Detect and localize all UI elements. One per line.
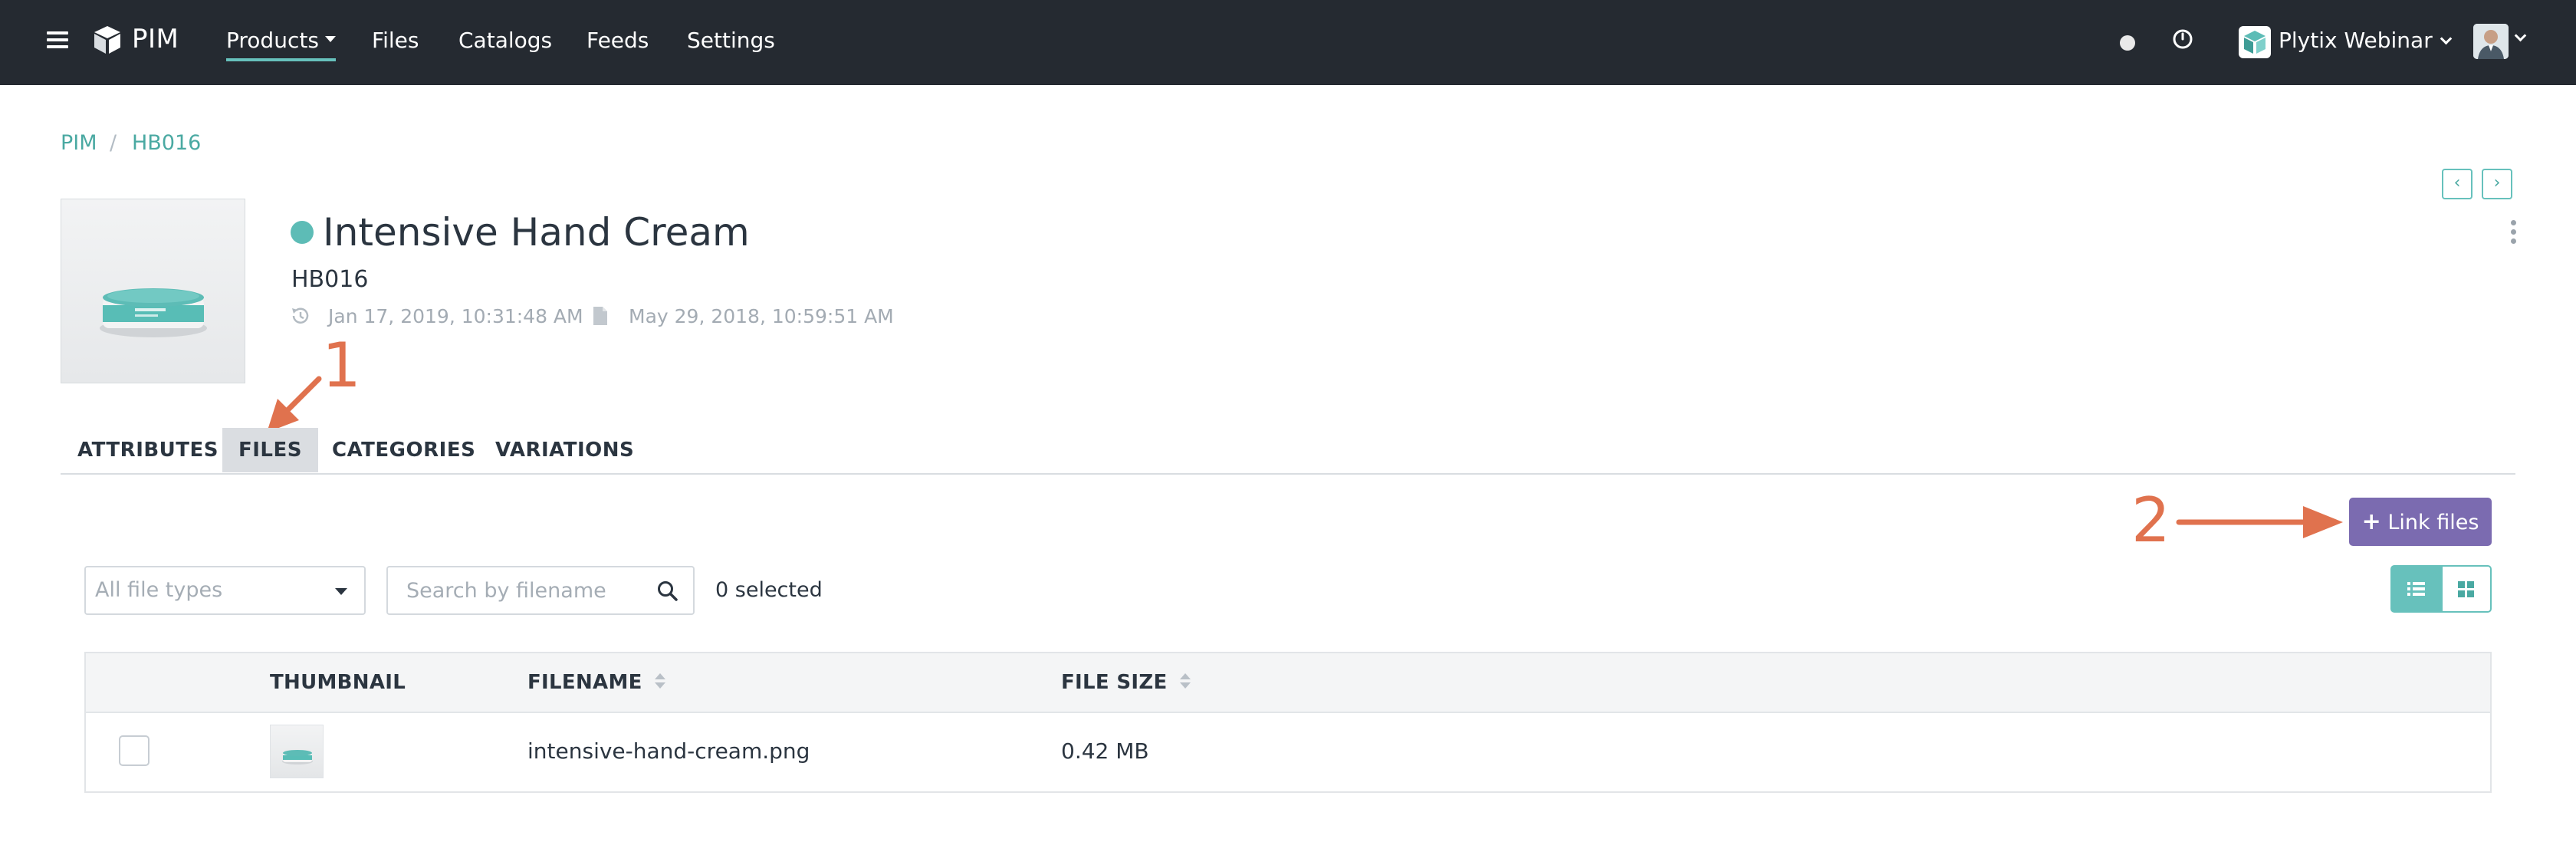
annotation-arrow-1 xyxy=(267,376,322,432)
nav-catalogs[interactable]: Catalogs xyxy=(458,25,552,56)
selected-count: 0 selected xyxy=(715,578,823,602)
caret-down-icon xyxy=(324,36,336,42)
nav-feeds[interactable]: Feeds xyxy=(586,25,649,56)
top-navbar: PIM Products Files Catalogs Feeds Settin… xyxy=(0,0,2576,85)
column-file-size-label: FILE SIZE xyxy=(1061,671,1168,694)
row-file-size: 0.42 MB xyxy=(1061,738,1149,764)
list-view-button[interactable] xyxy=(2390,565,2441,613)
modified-date: Jan 17, 2019, 10:31:48 AM xyxy=(328,305,583,327)
brand-name[interactable]: PIM xyxy=(132,22,179,56)
nav-products[interactable]: Products xyxy=(226,25,336,61)
breadcrumb-separator: / xyxy=(110,131,117,155)
search-input[interactable] xyxy=(389,569,642,612)
tab-variations[interactable]: VARIATIONS xyxy=(495,428,634,472)
files-table: THUMBNAIL FILENAME FILE SIZE intensive-h… xyxy=(84,652,2492,793)
pim-logo-icon[interactable] xyxy=(93,25,122,55)
annotation-arrow-2 xyxy=(2176,506,2343,538)
plus-icon: + xyxy=(2361,508,2381,535)
org-switcher[interactable]: Plytix Webinar xyxy=(2279,25,2452,56)
tab-attributes[interactable]: ATTRIBUTES xyxy=(77,428,219,472)
caret-down-icon xyxy=(335,588,347,595)
grid-view-icon xyxy=(2458,581,2474,597)
previous-product-button[interactable]: ‹ xyxy=(2442,169,2472,199)
nav-settings[interactable]: Settings xyxy=(687,25,775,56)
file-type-filter[interactable]: All file types xyxy=(84,566,366,615)
status-indicator xyxy=(291,221,314,244)
column-file-size[interactable]: FILE SIZE xyxy=(1061,668,1191,697)
link-files-label: Link files xyxy=(2387,511,2479,534)
grid-view-button[interactable] xyxy=(2441,565,2492,613)
product-title: Intensive Hand Cream xyxy=(323,210,750,255)
tab-categories[interactable]: CATEGORIES xyxy=(332,428,475,472)
status-dot-icon[interactable] xyxy=(2120,35,2135,51)
org-logo-icon[interactable] xyxy=(2239,26,2271,58)
tabs-divider xyxy=(61,473,2515,475)
column-filename[interactable]: FILENAME xyxy=(527,668,665,697)
avatar-chevron-icon[interactable] xyxy=(2514,29,2527,48)
nav-products-label: Products xyxy=(226,28,319,53)
org-name: Plytix Webinar xyxy=(2279,28,2433,53)
file-icon xyxy=(590,305,610,327)
menu-icon[interactable] xyxy=(47,29,68,51)
annotation-number-1: 1 xyxy=(322,330,361,401)
next-product-button[interactable]: › xyxy=(2482,169,2512,199)
breadcrumb-pim[interactable]: PIM xyxy=(61,129,97,158)
nav-files[interactable]: Files xyxy=(372,25,419,56)
search-box xyxy=(386,566,695,615)
link-files-button[interactable]: + Link files xyxy=(2349,498,2492,546)
file-type-filter-value: All file types xyxy=(95,578,223,602)
table-header: THUMBNAIL FILENAME FILE SIZE xyxy=(86,653,2490,713)
row-filename[interactable]: intensive-hand-cream.png xyxy=(527,737,810,766)
created-date: May 29, 2018, 10:59:51 AM xyxy=(629,305,894,327)
file-thumbnail[interactable] xyxy=(270,725,324,778)
history-icon xyxy=(290,305,310,327)
chevron-down-icon xyxy=(2440,32,2452,45)
more-options-icon[interactable] xyxy=(2505,219,2521,245)
sort-icon[interactable] xyxy=(654,672,665,690)
table-row[interactable]: intensive-hand-cream.png 0.42 MB xyxy=(86,715,2490,793)
user-avatar[interactable] xyxy=(2473,24,2509,59)
tab-files[interactable]: FILES xyxy=(222,428,318,472)
timer-icon[interactable] xyxy=(2171,28,2194,51)
annotation-number-2: 2 xyxy=(2131,485,2170,556)
sort-icon[interactable] xyxy=(1179,672,1191,690)
breadcrumb-sku[interactable]: HB016 xyxy=(132,129,201,158)
product-sku: HB016 xyxy=(291,266,369,293)
row-checkbox[interactable] xyxy=(119,735,150,766)
column-filename-label: FILENAME xyxy=(527,671,642,694)
search-icon[interactable] xyxy=(656,580,679,603)
column-thumbnail: THUMBNAIL xyxy=(270,671,406,694)
list-view-icon xyxy=(2407,582,2425,596)
product-image[interactable] xyxy=(61,199,245,383)
